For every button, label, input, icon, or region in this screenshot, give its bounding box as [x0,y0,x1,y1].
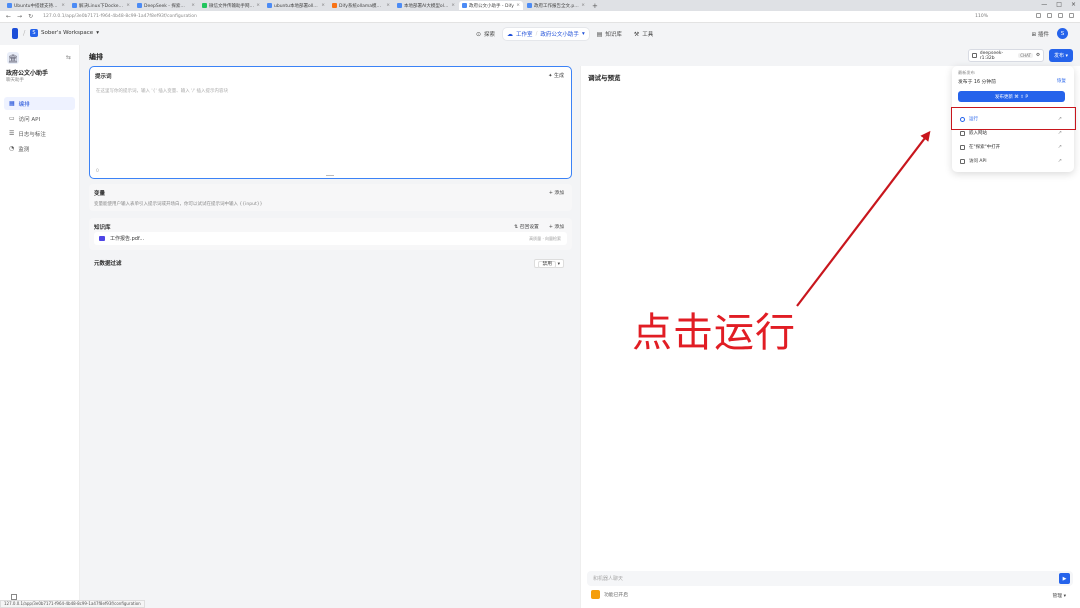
annotation-text: 点击运行 [632,310,796,356]
annotation-arrow [796,130,931,307]
